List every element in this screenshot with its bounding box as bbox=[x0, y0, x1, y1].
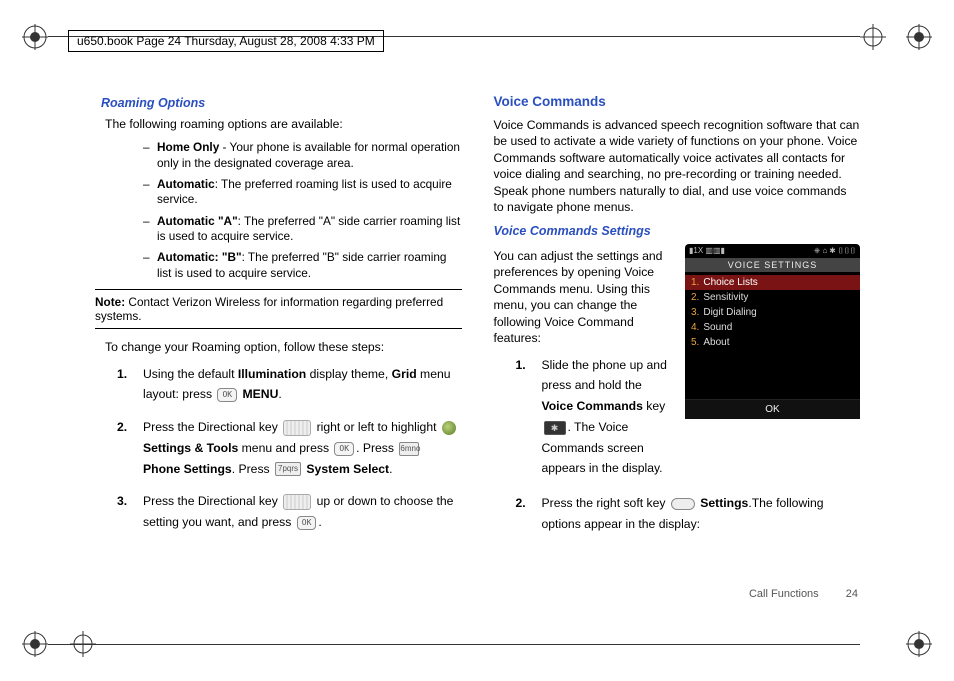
list-item: Automatic: The preferred roaming list is… bbox=[157, 177, 462, 208]
footer-section: Call Functions bbox=[749, 588, 819, 600]
step-1: Using the default Illumination display t… bbox=[143, 364, 462, 405]
roaming-intro: The following roaming options are availa… bbox=[105, 116, 462, 132]
phone-menu-item: 1.Choice Lists bbox=[685, 275, 860, 290]
ok-key-icon: OK bbox=[297, 516, 317, 530]
list-item: Automatic "A": The preferred "A" side ca… bbox=[157, 214, 462, 245]
phone-status-bar: ▮1X ▥▥▮ ⎈ ⌂ ✱ ▯▯▯ bbox=[685, 244, 860, 258]
dpad-icon bbox=[283, 420, 311, 436]
phone-softkey-ok: OK bbox=[685, 399, 860, 419]
phone-menu-list: 1.Choice Lists 2.Sensitivity 3.Digit Dia… bbox=[685, 272, 860, 350]
ok-key-icon: OK bbox=[334, 442, 354, 456]
step-1: Slide the phone up and press and hold th… bbox=[542, 355, 670, 479]
vc-steps-cont: Press the right soft key Settings.The fo… bbox=[524, 493, 861, 534]
page-number: 24 bbox=[846, 588, 858, 600]
star-key-icon: ✱ bbox=[544, 421, 566, 435]
page-footer: Call Functions 24 bbox=[749, 588, 858, 600]
key-6-icon: 6mno bbox=[399, 442, 419, 456]
print-header: u650.book Page 24 Thursday, August 28, 2… bbox=[68, 30, 384, 52]
right-column: Voice Commands Voice Commands is advance… bbox=[494, 90, 861, 547]
status-icons: ⎈ ⌂ ✱ ▯▯▯ bbox=[814, 246, 856, 258]
dpad-icon bbox=[283, 494, 311, 510]
settings-tools-icon bbox=[442, 421, 456, 435]
phone-menu-item: 3.Digit Dialing bbox=[685, 305, 860, 320]
crop-mark-icon bbox=[906, 631, 932, 657]
roaming-change-intro: To change your Roaming option, follow th… bbox=[105, 339, 462, 355]
signal-icon: ▮1X ▥▥▮ bbox=[689, 246, 725, 258]
right-softkey-icon bbox=[671, 498, 695, 510]
left-column: Roaming Options The following roaming op… bbox=[95, 90, 462, 547]
voice-commands-intro: Voice Commands is advanced speech recogn… bbox=[494, 117, 861, 216]
note-box: Note: Contact Verizon Wireless for infor… bbox=[95, 289, 462, 329]
crop-mark-icon bbox=[906, 24, 932, 50]
heading-roaming-options: Roaming Options bbox=[101, 96, 462, 110]
phone-menu-item: 5.About bbox=[685, 335, 860, 350]
list-item: Home Only - Your phone is available for … bbox=[157, 140, 462, 171]
vc-steps: Slide the phone up and press and hold th… bbox=[524, 355, 670, 479]
phone-title: VOICE SETTINGS bbox=[685, 258, 860, 272]
step-3: Press the Directional key up or down to … bbox=[143, 491, 462, 532]
crop-line bbox=[48, 644, 860, 645]
crop-mark-icon bbox=[22, 24, 48, 50]
heading-voice-commands-settings: Voice Commands Settings bbox=[494, 224, 861, 238]
step-2: Press the Directional key right or left … bbox=[143, 417, 462, 479]
roaming-steps: Using the default Illumination display t… bbox=[125, 364, 462, 533]
roaming-options-list: Home Only - Your phone is available for … bbox=[117, 140, 462, 281]
heading-voice-commands: Voice Commands bbox=[494, 94, 861, 109]
crop-mark-icon bbox=[22, 631, 48, 657]
phone-menu-item: 2.Sensitivity bbox=[685, 290, 860, 305]
step-2: Press the right soft key Settings.The fo… bbox=[542, 493, 861, 534]
key-7-icon: 7pqrs bbox=[275, 462, 301, 476]
crosshair-icon bbox=[860, 24, 886, 50]
ok-key-icon: OK bbox=[217, 388, 237, 402]
phone-menu-item: 4.Sound bbox=[685, 320, 860, 335]
phone-screenshot: ▮1X ▥▥▮ ⎈ ⌂ ✱ ▯▯▯ VOICE SETTINGS 1.Choic… bbox=[685, 244, 860, 419]
vc-settings-intro: You can adjust the settings and preferen… bbox=[494, 248, 670, 347]
list-item: Automatic: "B": The preferred "B" side c… bbox=[157, 250, 462, 281]
